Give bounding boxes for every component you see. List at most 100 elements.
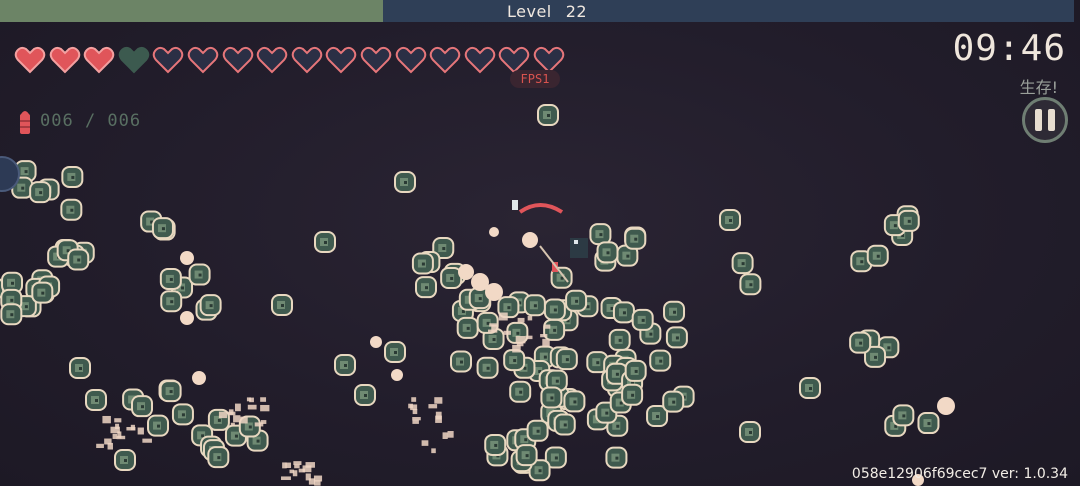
- enemy: [917, 412, 940, 435]
- projectile: [180, 311, 194, 325]
- enemy: [476, 356, 499, 379]
- blast-particle: [240, 416, 248, 424]
- blast-particle: [230, 422, 235, 426]
- blast-particle: [431, 448, 436, 454]
- enemy: [456, 316, 479, 339]
- enemy: [160, 290, 183, 313]
- level-label: Level: [507, 2, 552, 21]
- enemy: [555, 348, 578, 371]
- enemy: [384, 341, 406, 363]
- blast-particle: [114, 418, 122, 423]
- blast-particle: [289, 469, 294, 474]
- enemy: [565, 289, 588, 312]
- blast-particle: [488, 329, 495, 333]
- enemy: [624, 359, 647, 382]
- enemy: [553, 413, 576, 436]
- enemy: [731, 252, 754, 275]
- blast-particle: [421, 440, 429, 446]
- enemy: [159, 380, 182, 403]
- projectile: [937, 397, 955, 415]
- ammo-counter: 006 / 006: [18, 108, 141, 134]
- blast-particle: [515, 336, 526, 344]
- enemy: [114, 449, 136, 471]
- blast-particle: [280, 476, 291, 481]
- projectile: [489, 227, 499, 237]
- blast-particle: [503, 330, 511, 335]
- projectile: [522, 232, 538, 248]
- enemy: [563, 390, 586, 413]
- projectile: [458, 264, 474, 280]
- pause-icon: [1035, 109, 1042, 131]
- enemy: [484, 433, 507, 456]
- enemy: [394, 171, 416, 193]
- blast-particle: [442, 432, 448, 439]
- blast-particle: [412, 417, 421, 421]
- enemy: [271, 294, 293, 316]
- blast-particle: [525, 335, 533, 340]
- enemy: [411, 252, 434, 275]
- health-hearts: [14, 44, 565, 76]
- projectile: [192, 371, 206, 385]
- blast-particle: [544, 324, 551, 329]
- enemy: [29, 181, 52, 204]
- enemy: [892, 404, 915, 427]
- enemy: [799, 377, 821, 399]
- heart-icon: [153, 46, 184, 74]
- blast-particle: [447, 431, 454, 438]
- projectile: [370, 336, 382, 348]
- heart-icon: [83, 46, 115, 74]
- enemy: [151, 217, 174, 240]
- heart-icon: [360, 46, 392, 74]
- blast-particle: [126, 427, 136, 431]
- blast-particle: [411, 397, 417, 402]
- enemy: [849, 331, 872, 354]
- level-value: 22: [565, 2, 588, 21]
- projectile: [485, 283, 503, 301]
- blast-particle: [102, 415, 111, 424]
- blast-particle: [282, 462, 287, 469]
- blast-particle: [489, 323, 497, 327]
- blast-particle: [228, 409, 234, 415]
- enemy: [596, 241, 619, 264]
- enemy: [540, 386, 563, 409]
- enemy: [649, 349, 672, 372]
- heart-icon: [14, 46, 46, 74]
- blast-particle: [517, 317, 525, 323]
- game-viewport[interactable]: Level 22 FPS1 006 / 006 09:46 生存! 058e129…: [0, 0, 1080, 486]
- blast-particle: [298, 468, 305, 473]
- enemy: [188, 263, 211, 286]
- survival-timer: 09:46: [952, 28, 1066, 69]
- enemy: [739, 273, 762, 296]
- blast-particle: [412, 409, 418, 415]
- pause-button[interactable]: [1022, 97, 1068, 143]
- enemy: [526, 419, 549, 442]
- enemy: [60, 198, 83, 221]
- enemy: [621, 383, 644, 406]
- enemy: [543, 318, 566, 341]
- enemy: [897, 209, 920, 232]
- blast-particle: [412, 419, 419, 424]
- blast-particle: [137, 427, 144, 435]
- enemy: [631, 308, 654, 331]
- blast-particle: [247, 404, 257, 410]
- blast-particle: [305, 462, 315, 468]
- enemy: [131, 395, 154, 418]
- enemy: [612, 301, 635, 324]
- blast-particle: [254, 422, 264, 427]
- enemy: [543, 298, 566, 321]
- heart-icon: [256, 46, 288, 74]
- enemy: [415, 276, 438, 299]
- blast-particle: [142, 438, 152, 443]
- level-indicator: Level 22: [507, 2, 587, 21]
- blast-particle: [542, 338, 550, 347]
- blast-particle: [435, 415, 442, 423]
- heart-icon: [395, 46, 426, 74]
- enemy: [314, 231, 336, 253]
- blast-particle: [527, 315, 533, 321]
- heart-icon: [291, 46, 323, 74]
- version-label: 058e12906f69cec7 ver: 1.0.34: [851, 466, 1068, 482]
- fps-badge: FPS1: [510, 70, 560, 88]
- enemy: [450, 350, 473, 373]
- blast-particle: [540, 334, 548, 338]
- enemy: [159, 267, 182, 290]
